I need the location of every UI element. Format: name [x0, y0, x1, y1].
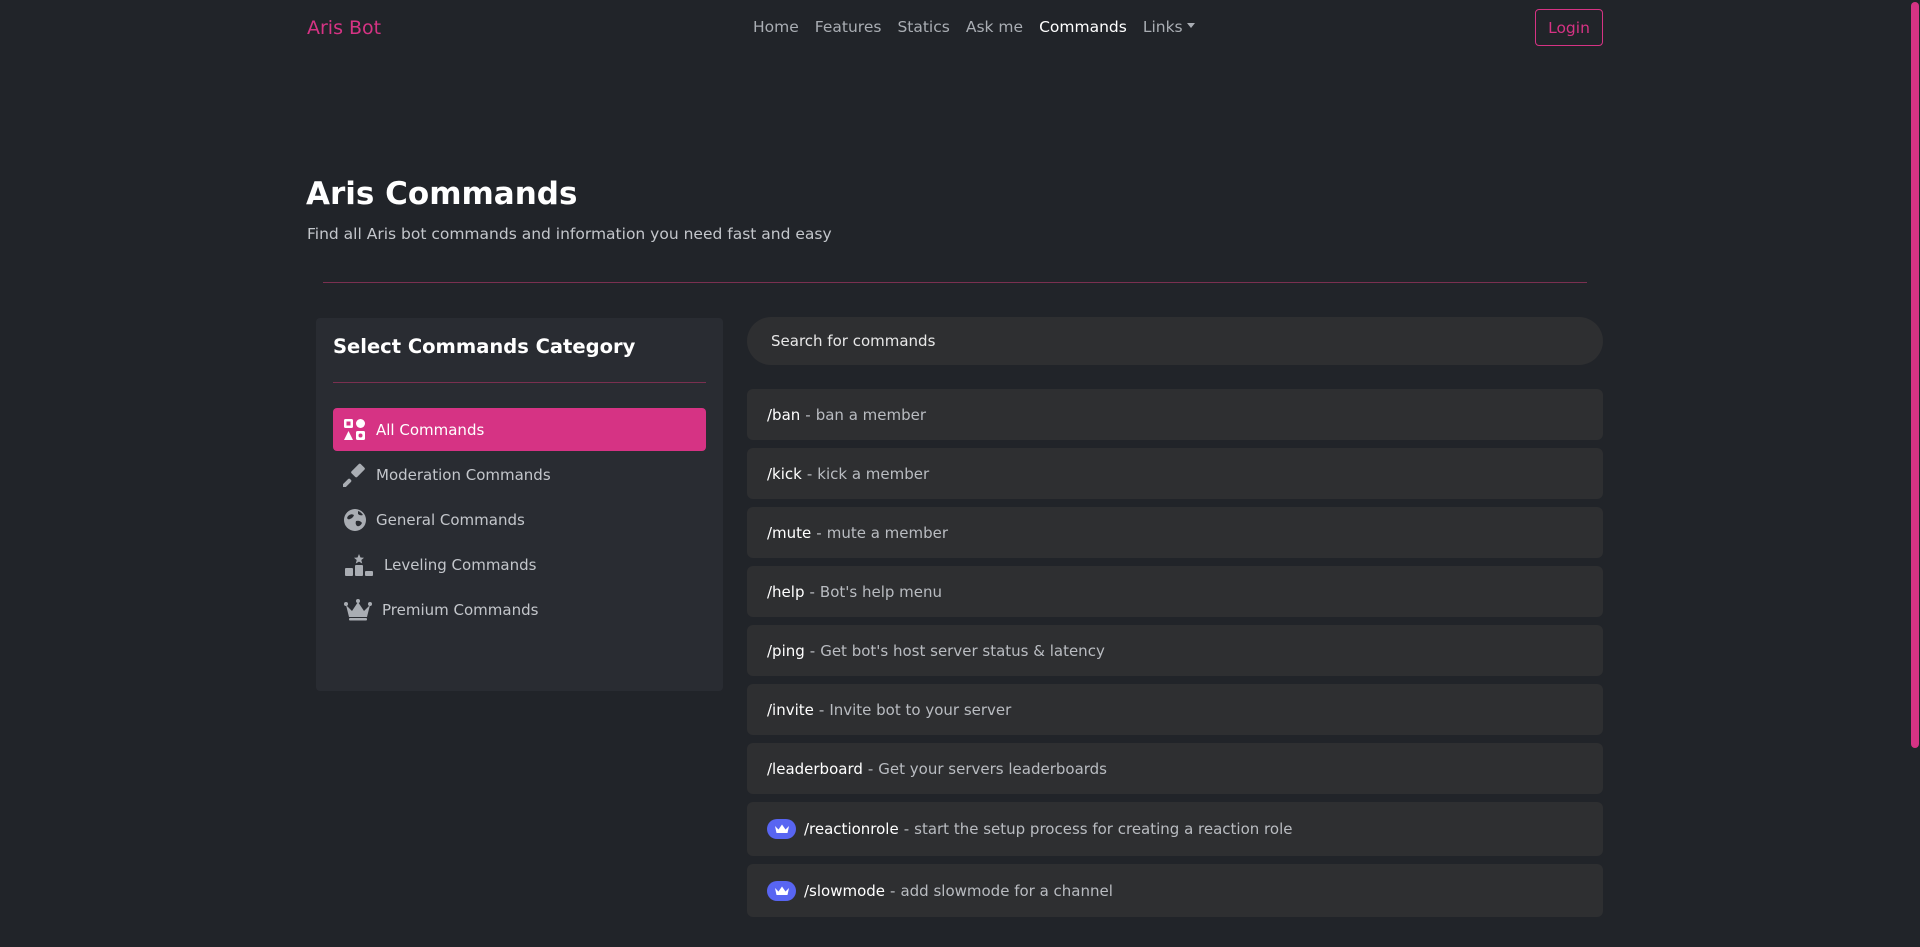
command-description: Get your servers leaderboards [878, 759, 1107, 778]
command-row-reactionrole[interactable]: /reactionrole - start the setup process fo… [747, 802, 1603, 856]
login-button[interactable]: Login [1535, 9, 1603, 46]
command-name: /reactionrole [804, 820, 899, 838]
nav-link-statics[interactable]: Statics [897, 18, 949, 36]
command-name: /help [767, 582, 805, 601]
command-name: /ban [767, 405, 801, 424]
separator: - [818, 700, 825, 719]
command-row-slowmode[interactable]: /slowmode - add slowmode for a channel [747, 864, 1603, 917]
category-moderation-commands[interactable]: Moderation Commands [333, 453, 706, 496]
command-name: /kick [767, 464, 802, 483]
nav-link-ask-me[interactable]: Ask me [966, 18, 1023, 36]
nav-link-commands[interactable]: Commands [1039, 18, 1127, 36]
nav-link-links-label: Links [1142, 18, 1183, 36]
nav-link-features[interactable]: Features [815, 18, 882, 36]
command-description: kick a member [817, 464, 930, 483]
nav-link-links-dropdown[interactable]: Links [1143, 18, 1195, 36]
command-description: Invite bot to your server [829, 700, 1012, 719]
premium-crown-icon [767, 880, 796, 901]
separator: - [806, 464, 813, 483]
command-row-help[interactable]: /help - Bot's help menu [747, 566, 1603, 617]
brand-logo[interactable]: Aris Bot [307, 17, 381, 39]
command-row-mute[interactable]: /mute - mute a member [747, 507, 1603, 558]
command-description: add slowmode for a channel [900, 881, 1113, 900]
gavel-icon [340, 460, 370, 490]
command-name: /slowmode [804, 881, 886, 900]
all-commands-icon [340, 415, 370, 445]
category-label: Premium Commands [382, 600, 539, 619]
category-label: Moderation Commands [376, 465, 551, 484]
command-description: start the setup process for creating a r… [914, 820, 1293, 838]
command-name: /ping [767, 641, 805, 660]
premium-crown-icon [767, 819, 796, 839]
command-row-kick[interactable]: /kick - kick a member [747, 448, 1603, 499]
category-leveling-commands[interactable]: Leveling Commands [333, 543, 706, 586]
category-premium-commands[interactable]: Premium Commands [333, 588, 706, 631]
command-row-ban[interactable]: /ban - ban a member [747, 389, 1603, 440]
crown-icon [340, 595, 376, 625]
navbar: Aris Bot Home Features Statics Ask me Co… [0, 0, 1920, 57]
separator: - [809, 641, 816, 660]
separator: - [867, 759, 874, 778]
separator: - [805, 405, 811, 424]
command-description: Get bot's host server status & latency [820, 641, 1105, 660]
podium-icon [340, 550, 378, 580]
header-divider [323, 282, 1587, 283]
command-name: /mute [767, 523, 812, 542]
separator: - [816, 523, 822, 542]
nav-link-home[interactable]: Home [753, 18, 799, 36]
command-row-ping[interactable]: /ping - Get bot's host server status & lat… [747, 625, 1603, 676]
category-label: Leveling Commands [384, 555, 537, 574]
page-subtitle: Find all Aris bot commands and informati… [307, 225, 832, 243]
category-sidebar: Select Commands Category All Commands Mo… [316, 318, 723, 691]
command-description: mute a member [826, 523, 949, 542]
sidebar-divider [333, 382, 706, 383]
caret-down-icon [1186, 23, 1195, 28]
separator: - [903, 820, 910, 838]
category-label: All Commands [376, 420, 485, 439]
command-name: /leaderboard [767, 759, 863, 778]
globe-icon [340, 505, 370, 535]
sidebar-title: Select Commands Category [333, 335, 636, 358]
nav-links: Home Features Statics Ask me Commands Li… [753, 18, 1211, 36]
category-general-commands[interactable]: General Commands [333, 498, 706, 541]
page-title: Aris Commands [306, 176, 578, 212]
scrollbar-thumb[interactable] [1911, 2, 1919, 748]
separator: - [809, 582, 815, 601]
separator: - [890, 881, 896, 900]
command-description: ban a member [815, 405, 927, 424]
command-search-input[interactable] [747, 317, 1603, 365]
command-name: /invite [767, 700, 814, 719]
command-description: Bot's help menu [819, 582, 943, 601]
command-row-invite[interactable]: /invite - Invite bot to your server [747, 684, 1603, 735]
category-all-commands[interactable]: All Commands [333, 408, 706, 451]
category-label: General Commands [376, 510, 525, 529]
command-row-leaderboard[interactable]: /leaderboard - Get your servers leaderboar… [747, 743, 1603, 794]
